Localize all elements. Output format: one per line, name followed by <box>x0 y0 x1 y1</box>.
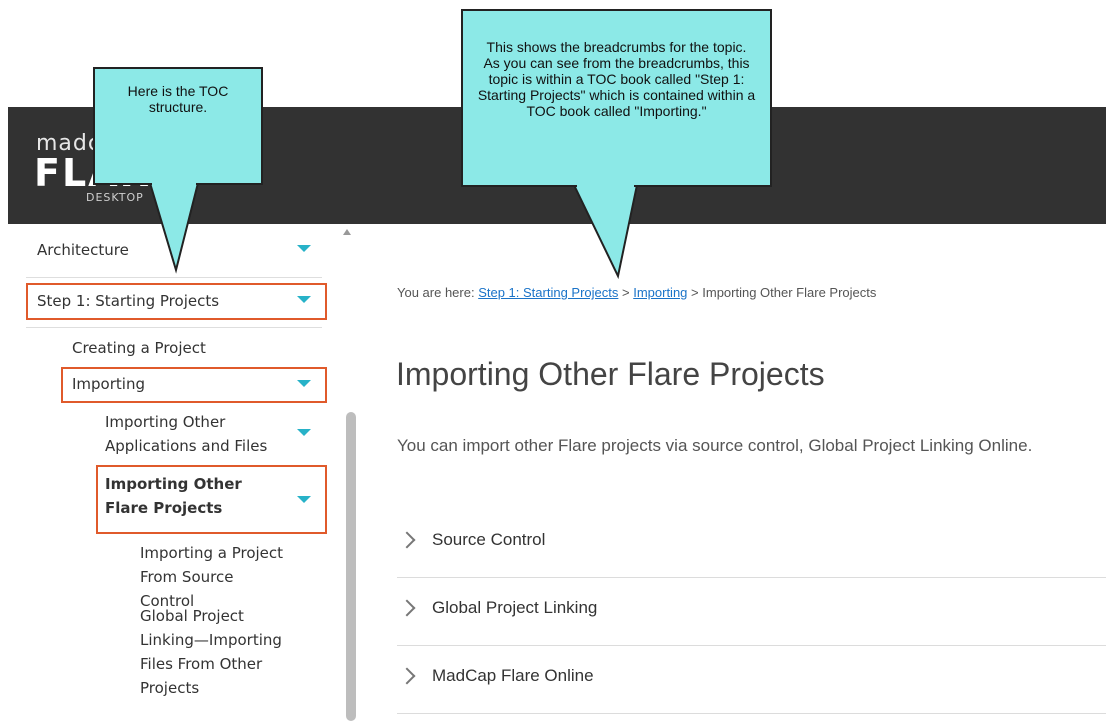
scroll-up-arrow-icon[interactable] <box>343 229 351 235</box>
chevron-right-icon <box>398 599 416 617</box>
toc-item-global-project-linking[interactable]: Global Project Linking—Importing Files F… <box>140 604 290 700</box>
page-title: Importing Other Flare Projects <box>396 356 825 392</box>
chevron-down-icon[interactable] <box>297 496 311 503</box>
toc-item-step1[interactable]: Step 1: Starting Projects <box>37 289 219 313</box>
callout-joint <box>577 184 634 188</box>
toc-item-importing[interactable]: Importing <box>72 372 145 396</box>
chevron-right-icon <box>398 667 416 685</box>
breadcrumb-link-importing[interactable]: Importing <box>633 285 687 300</box>
accordion-label: Source Control <box>432 530 546 549</box>
chevron-down-icon[interactable] <box>297 296 311 303</box>
toc-item-importing-other-apps[interactable]: Importing Other Applications and Files <box>105 410 285 458</box>
breadcrumb-current: Importing Other Flare Projects <box>702 285 877 300</box>
breadcrumb-link-step1[interactable]: Step 1: Starting Projects <box>478 285 618 300</box>
scrollbar-thumb[interactable] <box>346 412 356 721</box>
breadcrumbs-callout-text: This shows the breadcrumbs for the topic… <box>477 39 756 119</box>
chevron-down-icon[interactable] <box>297 429 311 436</box>
toc-callout: Here is the TOC structure. <box>93 67 263 185</box>
breadcrumb-prefix: You are here: <box>397 285 479 300</box>
toc-item-architecture[interactable]: Architecture <box>37 238 129 262</box>
chevron-down-icon[interactable] <box>297 380 311 387</box>
toc-divider <box>26 327 322 328</box>
accordion-madcap-flare-online[interactable]: MadCap Flare Online <box>397 646 1106 714</box>
accordion-label: MadCap Flare Online <box>432 666 594 685</box>
intro-paragraph: You can import other Flare projects via … <box>397 436 1033 455</box>
accordion-label: Global Project Linking <box>432 598 598 617</box>
callout-joint <box>152 182 196 186</box>
chevron-down-icon[interactable] <box>297 245 311 252</box>
toc-divider <box>26 277 322 278</box>
accordion-global-project-linking[interactable]: Global Project Linking <box>397 578 1106 646</box>
breadcrumb-separator: > <box>687 285 703 300</box>
logo-sub-text: DESKTOP <box>86 191 144 204</box>
chevron-right-icon <box>398 531 416 549</box>
accordion-source-control[interactable]: Source Control <box>397 510 1106 578</box>
toc-callout-text: Here is the TOC structure. <box>127 83 229 115</box>
toc-item-importing-other-flare[interactable]: Importing Other Flare Projects <box>105 472 285 520</box>
breadcrumb-separator: > <box>618 285 634 300</box>
toc-item-import-source-control[interactable]: Importing a Project From Source Control <box>140 541 290 613</box>
breadcrumb: You are here: Step 1: Starting Projects … <box>397 285 876 300</box>
breadcrumbs-callout: This shows the breadcrumbs for the topic… <box>461 9 772 187</box>
toc-item-creating-project[interactable]: Creating a Project <box>72 336 206 360</box>
